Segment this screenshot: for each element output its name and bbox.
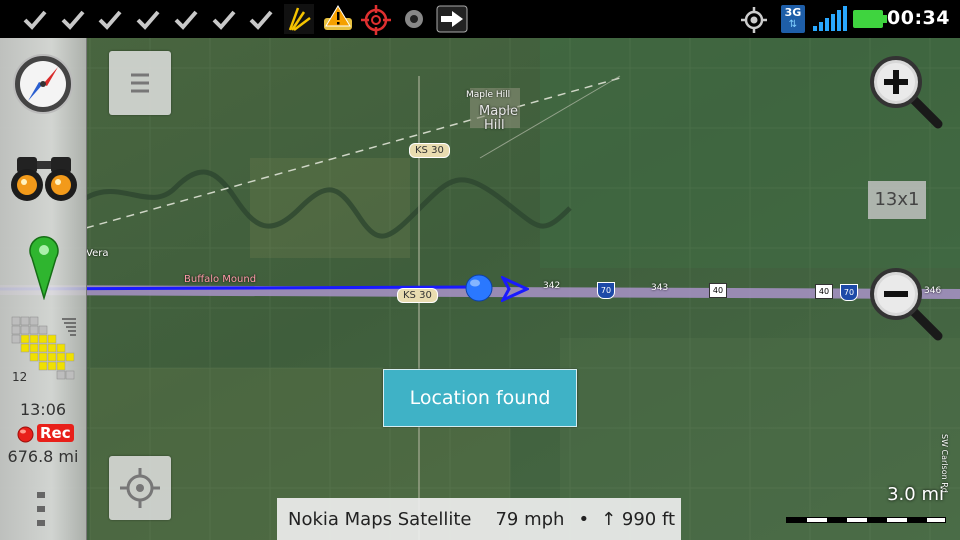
rec-label: Rec [37, 424, 74, 442]
altitude-label: ↑ 990 ft [601, 508, 676, 530]
locate-me-button[interactable] [109, 456, 171, 520]
compass-icon[interactable] [12, 53, 74, 115]
record-dot-icon [17, 426, 34, 443]
overflow-menu-icon[interactable] [34, 490, 48, 530]
gps-icon [741, 7, 767, 33]
current-location-marker [465, 274, 493, 302]
zoom-level-label: 13x1 [868, 181, 926, 219]
highway-shield: 40 [709, 283, 727, 298]
scale-bar [786, 517, 946, 523]
speed-label: 79 mph [495, 508, 565, 530]
clock: 00:34 [887, 7, 950, 29]
place-label: Buffalo Mound [184, 274, 257, 285]
satellite-map[interactable]: Maple Hill Maple Hill Vera Buffalo Mound… [0, 38, 960, 540]
binoculars-icon[interactable] [9, 151, 79, 205]
interstate-shield: 70 [840, 284, 858, 301]
network-type-icon: 3G ⇅ [781, 5, 805, 33]
place-label: Maple Hill [466, 90, 511, 100]
scale-label: 3.0 mi [887, 484, 944, 505]
menu-button[interactable] [109, 51, 171, 115]
zoom-out-button[interactable] [866, 264, 946, 344]
status-bar: 3G ⇅ 00:34 [0, 0, 960, 38]
battery-icon [853, 10, 887, 28]
track-distance: 676.8 mi [7, 447, 79, 466]
place-label: Vera [86, 248, 109, 259]
track-time: 13:06 [19, 400, 67, 419]
highway-shield: 40 [815, 284, 833, 299]
data-arrows-icon: ⇅ [788, 19, 798, 30]
road-label: 342 [543, 281, 561, 291]
menu-icon [131, 73, 149, 93]
road-label: 343 [651, 283, 669, 293]
check-icon [136, 10, 160, 30]
place-label: Maple [479, 104, 519, 119]
sprint-icon [284, 4, 314, 34]
crosshair-icon [361, 5, 391, 35]
record-icon [405, 10, 423, 28]
location-found-toast: Location found [383, 369, 577, 427]
map-source-label: Nokia Maps Satellite [288, 508, 472, 530]
left-panel: 12 13:06 Rec 676.8 mi [0, 38, 87, 540]
separator: • [578, 508, 590, 530]
info-bar: Nokia Maps Satellite 79 mph • ↑ 990 ft [277, 498, 681, 540]
road-shield: KS 30 [409, 143, 450, 158]
warning-car-icon [324, 5, 352, 30]
tile-count: 12 [12, 370, 28, 384]
zoom-in-button[interactable] [866, 52, 946, 132]
check-icon [249, 10, 273, 30]
arrow-right-icon [436, 5, 468, 33]
waypoint-pin-icon[interactable] [28, 234, 60, 300]
check-icon [23, 10, 47, 30]
network-type-label: 3G [784, 6, 802, 19]
direction-arrow-icon [501, 276, 529, 302]
signal-strength-icon [813, 6, 847, 31]
crosshair-icon [120, 468, 160, 508]
place-label: Hill [484, 118, 505, 133]
check-icon [61, 10, 85, 30]
check-icon [98, 10, 122, 30]
check-icon [174, 10, 198, 30]
check-icon [212, 10, 236, 30]
interstate-shield: 70 [597, 282, 615, 299]
road-shield: KS 30 [397, 288, 438, 303]
